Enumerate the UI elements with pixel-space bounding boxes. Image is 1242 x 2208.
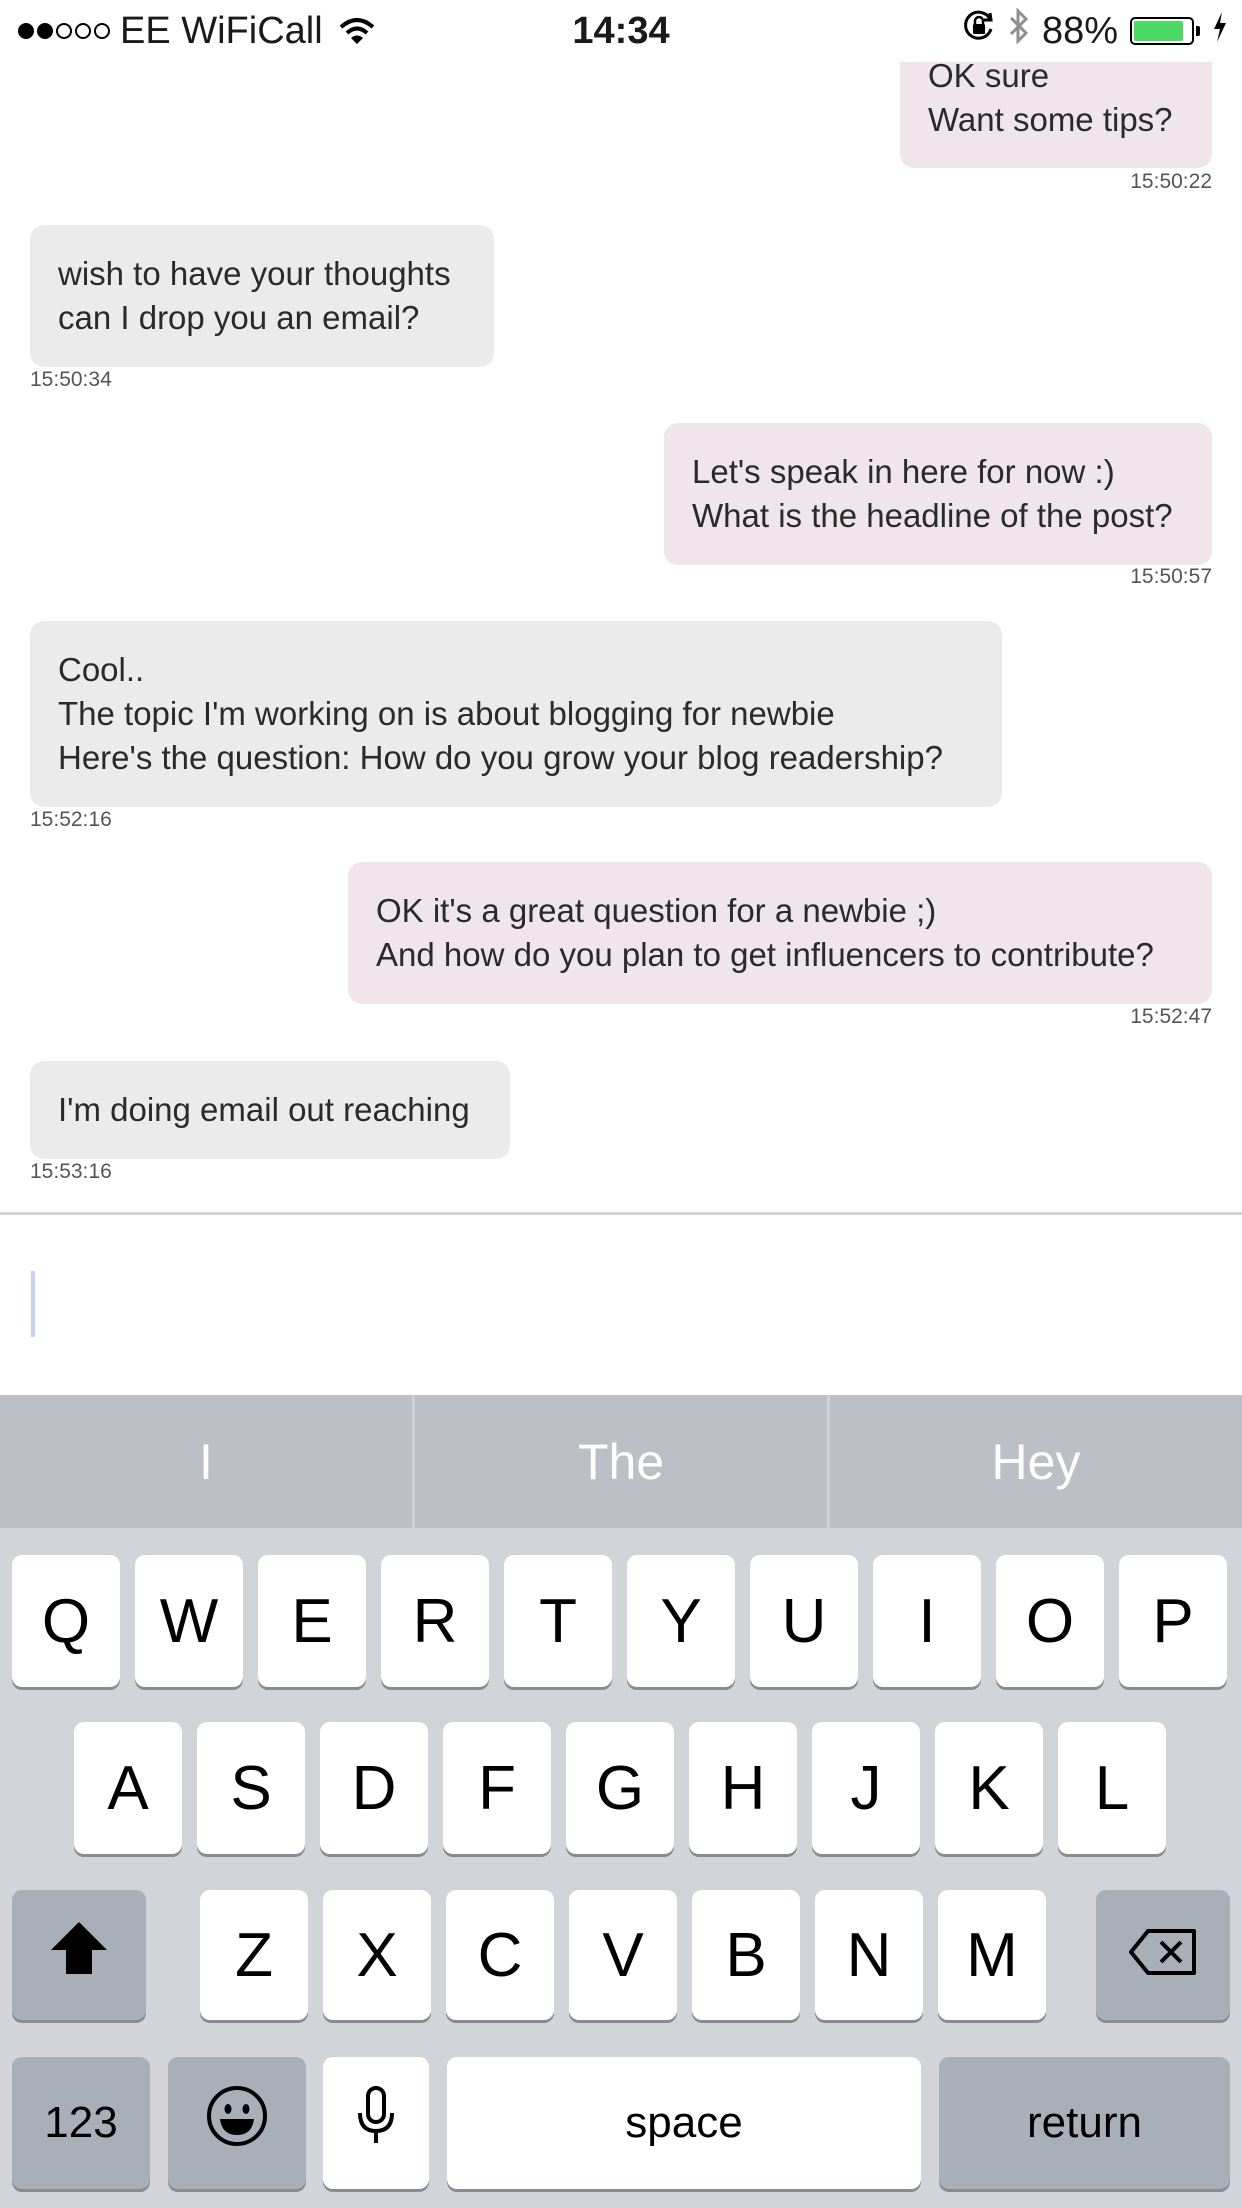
message-line: And how do you plan to get influencers t… xyxy=(376,936,1154,973)
shift-key[interactable] xyxy=(12,1890,146,2020)
incoming-message-bubble[interactable]: I'm doing email out reaching xyxy=(30,1061,510,1159)
incoming-message-bubble[interactable]: Cool.. The topic I'm working on is about … xyxy=(30,621,1002,807)
message-line: can I drop you an email? xyxy=(58,299,420,336)
emoji-key[interactable] xyxy=(168,2057,306,2189)
key-u[interactable]: U xyxy=(750,1555,858,1687)
incoming-message-bubble[interactable]: wish to have your thoughts can I drop you… xyxy=(30,225,494,367)
key-o[interactable]: O xyxy=(996,1555,1104,1687)
message-line: I'm doing email out reaching xyxy=(58,1091,470,1128)
outgoing-message-bubble[interactable]: OK it's a great question for a newbie ;)… xyxy=(348,862,1212,1004)
key-n[interactable]: N xyxy=(815,1890,923,2020)
key-r[interactable]: R xyxy=(381,1555,489,1687)
key-i[interactable]: I xyxy=(873,1555,981,1687)
message-line: Want some tips? xyxy=(928,101,1173,138)
message-timestamp: 15:50:22 xyxy=(1130,170,1212,193)
suggestion-3[interactable]: Hey xyxy=(830,1395,1242,1528)
message-line: Cool.. xyxy=(58,651,145,688)
status-right: 88% xyxy=(962,0,1228,62)
key-e[interactable]: E xyxy=(258,1555,366,1687)
key-w[interactable]: W xyxy=(135,1555,243,1687)
suggestion-1[interactable]: I xyxy=(0,1395,415,1528)
suggestion-2[interactable]: The xyxy=(415,1395,830,1528)
key-l[interactable]: L xyxy=(1058,1722,1166,1854)
key-b[interactable]: B xyxy=(692,1890,800,2020)
battery-percentage: 88% xyxy=(1041,9,1118,52)
keyboard: I The Hey 123 space return Q W E R T Y U… xyxy=(0,1395,1242,2208)
message-line: Let's speak in here for now :) xyxy=(692,453,1115,490)
outgoing-message-bubble[interactable]: Let's speak in here for now :) What is th… xyxy=(664,423,1212,565)
key-c[interactable]: C xyxy=(446,1890,554,2020)
key-a[interactable]: A xyxy=(74,1722,182,1854)
message-timestamp: 15:50:57 xyxy=(1130,565,1212,588)
message-timestamp: 15:52:47 xyxy=(1130,1005,1212,1028)
message-line: OK it's a great question for a newbie ;) xyxy=(376,892,937,929)
key-h[interactable]: H xyxy=(689,1722,797,1854)
message-input[interactable] xyxy=(0,1215,1242,1395)
predictive-bar: I The Hey xyxy=(0,1395,1242,1528)
message-line: What is the headline of the post? xyxy=(692,497,1173,534)
bluetooth-icon xyxy=(1008,7,1030,54)
text-cursor xyxy=(31,1271,35,1337)
key-v[interactable]: V xyxy=(569,1890,677,2020)
emoji-icon xyxy=(206,2085,268,2162)
key-q[interactable]: Q xyxy=(12,1555,120,1687)
key-s[interactable]: S xyxy=(197,1722,305,1854)
key-y[interactable]: Y xyxy=(627,1555,735,1687)
return-key[interactable]: return xyxy=(939,2057,1230,2189)
key-j[interactable]: J xyxy=(812,1722,920,1854)
backspace-key[interactable] xyxy=(1096,1890,1230,2020)
key-t[interactable]: T xyxy=(504,1555,612,1687)
status-bar: EE WiFiCall 14:34 88% xyxy=(0,0,1242,62)
dictation-key[interactable] xyxy=(323,2057,429,2189)
battery-icon xyxy=(1130,17,1200,45)
orientation-lock-icon xyxy=(962,9,996,53)
key-g[interactable]: G xyxy=(566,1722,674,1854)
numbers-key[interactable]: 123 xyxy=(12,2057,150,2189)
key-p[interactable]: P xyxy=(1119,1555,1227,1687)
message-list[interactable]: OK sure Want some tips? 15:50:22 wish to ha… xyxy=(0,0,1242,1212)
message-line: Here's the question: How do you grow you… xyxy=(58,739,943,776)
key-k[interactable]: K xyxy=(935,1722,1043,1854)
message-timestamp: 15:53:16 xyxy=(30,1160,112,1183)
key-f[interactable]: F xyxy=(443,1722,551,1854)
message-timestamp: 15:50:34 xyxy=(30,368,112,391)
charging-icon xyxy=(1212,10,1228,53)
key-x[interactable]: X xyxy=(323,1890,431,2020)
message-timestamp: 15:52:16 xyxy=(30,808,112,831)
shift-icon xyxy=(49,1920,109,1991)
space-key[interactable]: space xyxy=(447,2057,921,2189)
key-z[interactable]: Z xyxy=(200,1890,308,2020)
key-m[interactable]: M xyxy=(938,1890,1046,2020)
message-line: The topic I'm working on is about bloggi… xyxy=(58,695,835,732)
outgoing-message-bubble[interactable]: OK sure Want some tips? xyxy=(900,48,1212,168)
microphone-icon xyxy=(356,2085,396,2162)
key-d[interactable]: D xyxy=(320,1722,428,1854)
message-line: wish to have your thoughts xyxy=(58,255,451,292)
backspace-icon xyxy=(1128,1920,1198,1991)
